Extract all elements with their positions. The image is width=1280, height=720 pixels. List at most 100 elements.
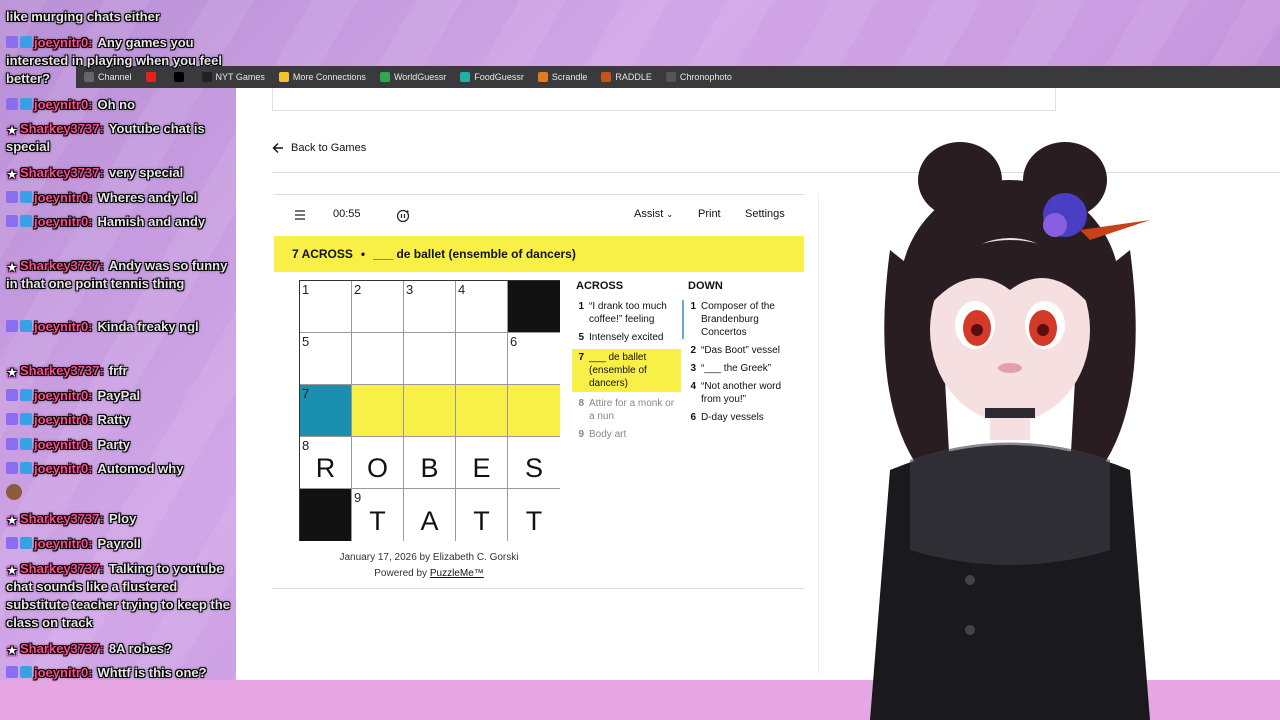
subscriber-badge-icon xyxy=(6,666,18,678)
chat-text: Automod why xyxy=(97,461,184,476)
star-badge-icon: ★ xyxy=(6,169,18,181)
across-clue-8[interactable]: 8 Attire for a monk or a nun xyxy=(576,397,681,423)
grid-cell[interactable]: 1 xyxy=(300,281,352,333)
chat-username: joeynitr0: xyxy=(34,437,93,452)
chat-text: PayPal xyxy=(97,388,141,403)
twitch-badge-icon xyxy=(20,36,32,48)
crossword-toolbar: 00:55 Assist ⌄ Print Settings xyxy=(274,194,804,238)
clue-text: “___ the Greek” xyxy=(701,363,772,374)
chat-message: joeynitr0: Kinda freaky ngl xyxy=(6,318,236,336)
chat-message: ★ Sharkey3737: frfr xyxy=(6,362,236,380)
bookmark-4[interactable]: More Connections xyxy=(278,72,366,82)
across-clue-9[interactable]: 9 Body art xyxy=(576,428,681,441)
bookmark-8[interactable]: RADDLE xyxy=(601,72,652,82)
chat-text: Kinda freaky ngl xyxy=(97,319,199,334)
black-square xyxy=(508,281,560,333)
chat-message xyxy=(6,484,236,502)
chat-message: joeynitr0: Hamish and andy xyxy=(6,213,236,231)
chat-avatar xyxy=(6,484,22,500)
cell-number: 9 xyxy=(354,490,362,505)
chat-message: joeynitr0: Wheres andy lol xyxy=(6,189,236,207)
bookmark-favicon-icon xyxy=(278,72,289,82)
bookmark-favicon-icon xyxy=(379,72,390,82)
grid-cell[interactable]: B xyxy=(404,437,456,489)
grid-cell[interactable] xyxy=(404,333,456,385)
grid-cell[interactable]: T xyxy=(456,489,508,541)
grid-cell[interactable] xyxy=(352,385,404,437)
grid-cell[interactable]: E xyxy=(456,437,508,489)
grid-cell[interactable]: 6 xyxy=(508,333,560,385)
across-clue-1[interactable]: 1 “I drank too much coffee!” feeling xyxy=(576,300,681,326)
bookmark-6[interactable]: FoodGuessr xyxy=(460,72,524,82)
chat-text: Wheres andy lol xyxy=(97,190,198,205)
grid-cell[interactable]: S xyxy=(508,437,560,489)
bookmark-label: WorldGuessr xyxy=(393,72,447,82)
clue-text: Attire for a monk or a nun xyxy=(589,398,675,422)
assist-menu[interactable]: Assist ⌄ xyxy=(634,208,673,220)
powered-by-label: Powered by xyxy=(374,568,428,579)
chat-text: Oh no xyxy=(97,97,136,112)
across-clue-7[interactable]: 7 ___ de ballet (ensemble of dancers) xyxy=(572,349,681,392)
twitch-badge-icon xyxy=(20,98,32,110)
cell-letter: E xyxy=(472,453,491,483)
subscriber-badge-icon xyxy=(6,191,18,203)
back-label: Back to Games xyxy=(291,142,367,154)
cell-letter: R xyxy=(315,453,336,483)
back-to-games-link[interactable]: Back to Games xyxy=(272,142,366,154)
active-clue-bar: 7 ACROSS • ___ de ballet (ensemble of da… xyxy=(274,236,804,272)
bookmark-5[interactable]: WorldGuessr xyxy=(379,72,447,82)
pause-timer-icon[interactable] xyxy=(396,209,410,223)
grid-cell[interactable]: T xyxy=(508,489,560,541)
grid-cell[interactable] xyxy=(352,333,404,385)
star-badge-icon: ★ xyxy=(6,262,18,274)
subscriber-badge-icon xyxy=(6,438,18,450)
print-button[interactable]: Print xyxy=(698,208,721,220)
arrow-left-icon xyxy=(272,143,283,153)
down-clue-3[interactable]: 3 “___ the Greek” xyxy=(688,362,798,375)
cell-number: 3 xyxy=(406,282,414,297)
bookmark-9[interactable]: Chronophoto xyxy=(665,72,732,82)
grid-cell[interactable]: 3 xyxy=(404,281,456,333)
grid-cell[interactable]: O xyxy=(352,437,404,489)
across-clue-5[interactable]: 5 Intensely excited xyxy=(576,331,681,344)
grid-cell[interactable] xyxy=(508,385,560,437)
chat-username: joeynitr0: xyxy=(34,190,93,205)
clue-text: ___ de ballet (ensemble of dancers) xyxy=(589,352,647,389)
chat-text: Party xyxy=(97,437,131,452)
chat-message: joeynitr0: Oh no xyxy=(6,96,236,114)
grid-cell[interactable] xyxy=(456,333,508,385)
chat-message: joeynitr0: Automod why xyxy=(6,460,236,478)
cell-number: 7 xyxy=(302,386,310,401)
hamburger-menu-icon[interactable] xyxy=(294,209,306,221)
chat-username: Sharkey3737: xyxy=(20,561,104,576)
grid-cell[interactable]: 4 xyxy=(456,281,508,333)
puzzleme-link[interactable]: PuzzleMe™ xyxy=(430,568,484,579)
chat-message: ★ Sharkey3737: Ploy xyxy=(6,510,236,528)
grid-cell[interactable]: 2 xyxy=(352,281,404,333)
cell-letter: T xyxy=(525,506,543,536)
grid-cell[interactable]: 9T xyxy=(352,489,404,541)
down-clue-1[interactable]: 1 Composer of the Brandenburg Concertos xyxy=(682,300,798,339)
cell-letter: O xyxy=(366,453,388,483)
grid-cell[interactable] xyxy=(456,385,508,437)
twitch-badge-icon xyxy=(20,537,32,549)
down-clue-6[interactable]: 6 D-day vessels xyxy=(688,411,798,424)
down-clue-4[interactable]: 4 “Not another word from you!” xyxy=(688,380,798,406)
subscriber-badge-icon xyxy=(6,389,18,401)
grid-cell[interactable]: 5 xyxy=(300,333,352,385)
bookmark-7[interactable]: Scrandle xyxy=(537,72,587,82)
clue-number: 4 xyxy=(690,381,696,392)
grid-cell[interactable]: 7 xyxy=(300,385,352,437)
chat-text: like murging chats either xyxy=(6,9,160,24)
grid-cell[interactable] xyxy=(404,385,456,437)
chat-message: ★ Sharkey3737: Youtube chat is special xyxy=(6,120,236,156)
chat-username: joeynitr0: xyxy=(34,319,93,334)
down-clue-2[interactable]: 2 “Das Boot” vessel xyxy=(688,344,798,357)
settings-button[interactable]: Settings xyxy=(745,208,785,220)
grid-cell[interactable]: 8R xyxy=(300,437,352,489)
grid-cell[interactable]: A xyxy=(404,489,456,541)
crossword-grid: 12345678ROBES9TATT xyxy=(299,280,560,541)
clue-number: 6 xyxy=(690,412,696,423)
bookmark-favicon-icon xyxy=(460,72,471,82)
cell-number: 1 xyxy=(302,282,310,297)
